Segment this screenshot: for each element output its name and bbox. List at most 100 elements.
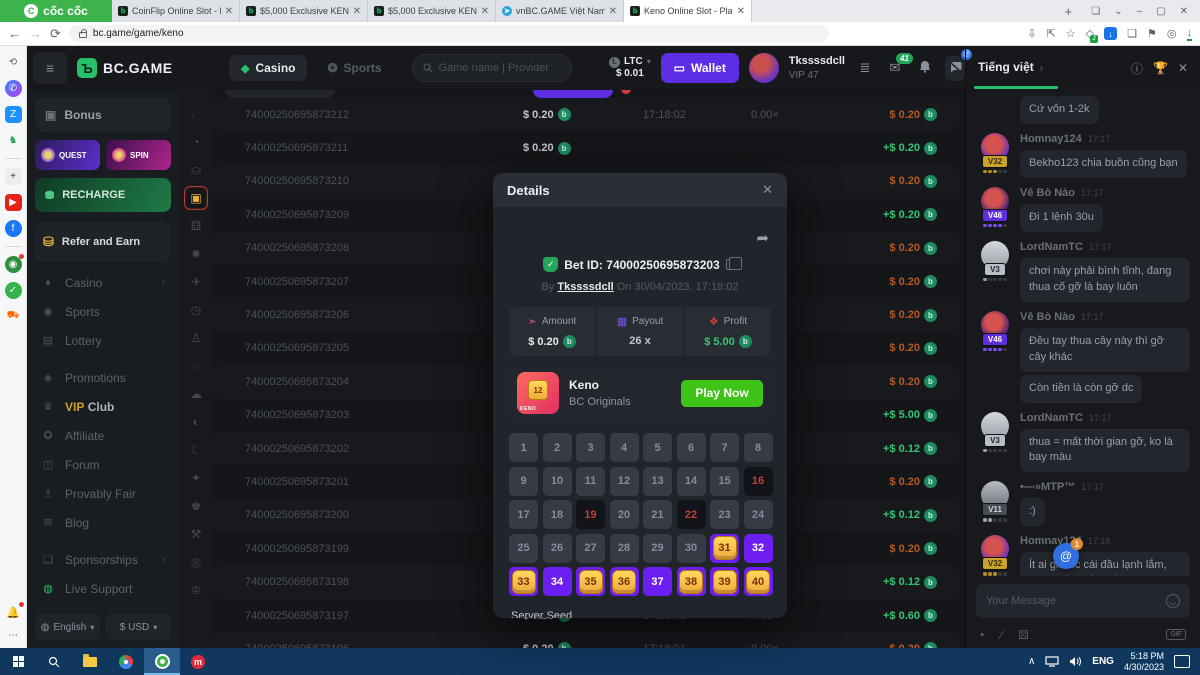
- rail-bell-icon[interactable]: 🔔: [5, 604, 22, 621]
- taskbar-search-button[interactable]: [36, 648, 72, 675]
- sidebar-item-live-support[interactable]: ◍Live Support: [35, 574, 171, 603]
- keno-tile[interactable]: 35: [576, 567, 605, 596]
- keno-tile[interactable]: 2: [543, 433, 572, 462]
- copy-icon[interactable]: [726, 259, 737, 270]
- zalo-icon[interactable]: Z: [5, 106, 22, 123]
- keno-tile[interactable]: 21: [643, 500, 672, 529]
- sidebar-item-lottery[interactable]: ▤Lottery: [35, 326, 171, 355]
- keno-tile[interactable]: 38: [677, 567, 706, 596]
- url-field[interactable]: bc.game/game/keno: [69, 25, 829, 42]
- keno-tile[interactable]: 28: [610, 534, 639, 563]
- spin-button[interactable]: SPIN: [106, 140, 171, 170]
- currency-selector[interactable]: Ł LTC ▾ $ 0.01: [609, 56, 651, 80]
- game-rail-icon[interactable]: ⚅: [184, 214, 208, 238]
- keno-tile[interactable]: 39: [710, 567, 739, 596]
- sidebar-bonus[interactable]: ▣ Bonus: [35, 98, 171, 132]
- keno-tile[interactable]: 34: [543, 567, 572, 596]
- gif-icon[interactable]: GIF: [1166, 629, 1186, 640]
- tab-list-icon[interactable]: ⌄: [1114, 6, 1122, 17]
- keno-tile[interactable]: 8: [744, 433, 773, 462]
- keno-tile[interactable]: 20: [610, 500, 639, 529]
- table-row[interactable]: 74000250695873211$ 0.20b+$ 0.20b: [213, 131, 959, 164]
- chat-close-icon[interactable]: ✕: [1178, 61, 1188, 75]
- sidebar-item-affiliate[interactable]: ✪Affiliate: [35, 421, 171, 450]
- keno-tile[interactable]: 12: [610, 467, 639, 496]
- network-icon[interactable]: [1045, 656, 1059, 667]
- emoji-icon[interactable]: ◡: [1166, 594, 1180, 608]
- keno-tile[interactable]: 14: [677, 467, 706, 496]
- keno-tile[interactable]: 18: [543, 500, 572, 529]
- profile-icon[interactable]: ◎: [1167, 27, 1177, 40]
- bookmark-star-icon[interactable]: ☆: [1066, 27, 1076, 40]
- chat-username[interactable]: •—»MTP™: [1020, 481, 1075, 493]
- keno-tile[interactable]: 23: [710, 500, 739, 529]
- messenger-icon[interactable]: ✆: [5, 80, 22, 97]
- mail-icon[interactable]: ✉41: [885, 60, 905, 76]
- chat-info-icon[interactable]: ⓘ: [1131, 60, 1143, 77]
- game-rail-icon[interactable]: ✦: [184, 466, 208, 490]
- browser-tab[interactable]: bCoinFlip Online Slot - Play on✕: [112, 0, 240, 22]
- menu-hamburger-button[interactable]: ≡: [33, 52, 67, 84]
- user-avatar[interactable]: [749, 53, 779, 83]
- tab-close-icon[interactable]: ✕: [481, 6, 489, 17]
- keno-tile[interactable]: 4: [610, 433, 639, 462]
- game-rail-icon[interactable]: ♘: [184, 354, 208, 378]
- rail-more-icon[interactable]: ⋯: [5, 627, 22, 644]
- recharge-button[interactable]: ⛃ RECHARGE: [35, 178, 171, 212]
- bell-icon[interactable]: [915, 60, 935, 76]
- keno-tile[interactable]: 9: [509, 467, 538, 496]
- keno-tile[interactable]: 37: [643, 567, 672, 596]
- games-icon[interactable]: ♞: [5, 132, 22, 149]
- bcgame-logo[interactable]: Ъ BC.GAME: [77, 58, 181, 78]
- sidebar-item-vip-club[interactable]: ♛VIP Club: [35, 392, 171, 421]
- tab-sports[interactable]: ❂ Sports: [315, 55, 393, 81]
- youtube-icon[interactable]: ▶: [5, 194, 22, 211]
- sidebar-item-sponsorships[interactable]: ❑Sponsorships›: [35, 545, 171, 574]
- sidebar-item-blog[interactable]: ✉Blog: [35, 508, 171, 537]
- keno-tile[interactable]: 16: [744, 467, 773, 496]
- maximize-button[interactable]: ▢: [1156, 6, 1165, 17]
- browser-tab[interactable]: b$5,000 Exclusive KENO Prest✕: [240, 0, 368, 22]
- fiat-currency-select[interactable]: $ USD▾: [106, 614, 171, 640]
- chat-message-input[interactable]: Your Message ◡: [976, 584, 1190, 618]
- facebook-icon[interactable]: f: [5, 220, 22, 237]
- chat-username[interactable]: Homnay124: [1020, 133, 1082, 145]
- keno-tile[interactable]: 33: [509, 567, 538, 596]
- keno-tile[interactable]: 19: [576, 500, 605, 529]
- keno-tile[interactable]: 22: [677, 500, 706, 529]
- coccoc-brand[interactable]: C cốc cốc: [0, 0, 112, 22]
- keno-tile[interactable]: 30: [677, 534, 706, 563]
- game-rail-icon[interactable]: ♚: [184, 494, 208, 518]
- play-now-button[interactable]: Play Now: [681, 380, 763, 407]
- game-rail-icon[interactable]: ☾: [184, 438, 208, 462]
- keno-tile[interactable]: 11: [576, 467, 605, 496]
- file-explorer-button[interactable]: [72, 648, 108, 675]
- mention-fab-button[interactable]: @ 1: [1053, 543, 1079, 569]
- chat-username[interactable]: LordNamTC: [1020, 412, 1083, 424]
- tray-expand-icon[interactable]: ∧: [1028, 656, 1035, 667]
- keno-tile[interactable]: 6: [677, 433, 706, 462]
- keno-tile[interactable]: 1: [509, 433, 538, 462]
- game-rail-icon[interactable]: ⛀: [184, 158, 208, 182]
- save-page-icon[interactable]: ⇩: [1027, 27, 1036, 40]
- game-rail-icon[interactable]: ☁: [184, 382, 208, 406]
- game-rail-keno-icon[interactable]: ▣: [184, 186, 208, 210]
- reload-button[interactable]: ⟳: [50, 26, 61, 42]
- wallet-button[interactable]: ▭ Wallet: [661, 53, 739, 83]
- keno-tile[interactable]: 26: [543, 534, 572, 563]
- tab-search-icon[interactable]: ❏: [1091, 6, 1100, 17]
- browser-tab[interactable]: b$5,000 Exclusive KENO Presti✕: [368, 0, 496, 22]
- add-icon[interactable]: +: [5, 168, 22, 185]
- chat-rules-icon[interactable]: ∕: [1000, 628, 1002, 642]
- keno-tile[interactable]: 24: [744, 500, 773, 529]
- chat-username[interactable]: Vê Bò Nào: [1020, 311, 1075, 323]
- tab-casino[interactable]: ◆ Casino: [229, 55, 307, 81]
- game-rail-icon[interactable]: ♙: [184, 326, 208, 350]
- keno-tile[interactable]: 5: [643, 433, 672, 462]
- extensions-puzzle-icon[interactable]: ❑: [1127, 27, 1137, 40]
- table-row[interactable]: 74000250695873212$ 0.20b17:18:020.00×$ 0…: [213, 98, 959, 131]
- chat-username[interactable]: Vê Bò Nào: [1020, 187, 1075, 199]
- game-rail-icon[interactable]: ☄: [184, 102, 208, 126]
- keno-tile[interactable]: 17: [509, 500, 538, 529]
- coin-rain-icon[interactable]: ⬩: [980, 627, 984, 642]
